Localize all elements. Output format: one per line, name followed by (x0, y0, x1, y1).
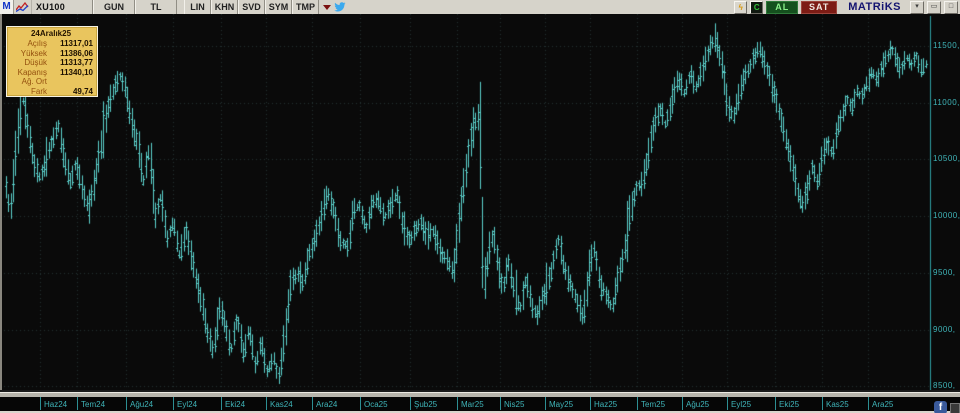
scale-button-lin[interactable]: LIN (184, 0, 211, 14)
chart-toolbar: M XU100 GUN TL LIN KHN SVD SYM TMP ϟ C A… (0, 0, 960, 15)
x-axis-month-label: Tem24 (81, 400, 106, 409)
quote-row-label: Yüksek (20, 48, 47, 58)
quote-row-value: 11386,06 (60, 48, 93, 58)
x-axis-tick (312, 397, 313, 410)
y-axis-label: 10000, (933, 211, 960, 221)
quote-info-box: 24Aralık25 Açılış 11317,01 Yüksek 11386,06 D… (6, 26, 98, 97)
twitter-share-icon[interactable] (334, 0, 346, 14)
x-axis-tick (457, 397, 458, 410)
x-axis-tick (682, 397, 683, 410)
buy-button[interactable]: AL (766, 0, 799, 14)
x-axis-month-label: Ağu25 (686, 400, 710, 409)
button-khn[interactable]: KHN (211, 0, 238, 14)
x-axis-tick (727, 397, 728, 410)
symbol-input[interactable]: XU100 (32, 0, 93, 14)
x-axis-tick (545, 397, 546, 410)
x-axis-month-label: Haz25 (594, 400, 618, 409)
chevron-down-icon[interactable] (323, 4, 331, 10)
y-axis-label: 11500, (933, 41, 960, 50)
x-axis-month-label: Ara25 (872, 400, 894, 409)
button-svd[interactable]: SVD (238, 0, 265, 14)
button-tmp[interactable]: TMP (292, 0, 319, 14)
x-axis-month-label: Ağu24 (130, 400, 154, 409)
window-chevron-down-icon[interactable]: ▾ (910, 0, 924, 14)
quote-row: Kapanış 11340,10 (9, 68, 93, 78)
quote-row: Fark 49,74 (9, 87, 93, 97)
corner-resize-chip (950, 403, 960, 413)
quote-row: Açılış 11317,01 (9, 39, 93, 49)
matriks-chart-icon (14, 0, 32, 14)
toolbar-right-group: ϟ C AL SAT MATRiKS ▾ ▭ □ (734, 0, 960, 14)
price-chart-canvas[interactable] (0, 14, 960, 390)
x-axis-month-label: May25 (549, 400, 574, 409)
y-axis-label: 9500, (933, 267, 956, 277)
x-axis-month-label: Nis25 (504, 400, 525, 409)
x-axis-tick (500, 397, 501, 410)
toolbar-left-group: M XU100 GUN TL LIN KHN SVD SYM TMP (0, 0, 346, 14)
quote-row-label: Düşük (24, 58, 47, 67)
x-axis-tick (360, 397, 361, 410)
x-axis-tick (40, 397, 41, 410)
maximize-icon[interactable]: □ (944, 0, 958, 14)
x-axis-month-label: Eki25 (779, 400, 800, 409)
quote-date-title: 24Aralık25 (30, 29, 72, 38)
x-axis-tick (868, 397, 869, 410)
x-axis-tick (775, 397, 776, 410)
button-sym[interactable]: SYM (265, 0, 292, 14)
quick-trade-bolt-icon[interactable]: ϟ (734, 0, 748, 14)
y-axis-label: 11000, (933, 97, 960, 107)
minimize-icon[interactable]: ▭ (927, 0, 941, 14)
x-axis-tick (822, 397, 823, 410)
quote-row-label: Kapanış (17, 67, 47, 77)
x-axis-tick (221, 397, 222, 410)
quote-rows: Açılış 11317,01 Yüksek 11386,06 Düşük 11313,7… (9, 39, 93, 96)
y-axis-label: 10500, (933, 154, 960, 164)
window-menu-icon[interactable]: M (0, 0, 14, 14)
x-axis-tick (173, 397, 174, 410)
x-axis-month-label: Mar25 (461, 400, 484, 409)
x-axis-tick (590, 397, 591, 410)
quote-row: Yüksek 11386,06 (9, 49, 93, 59)
quote-row-value: 49,74 (72, 86, 93, 96)
x-axis-month-label: Eyl24 (177, 400, 198, 409)
x-axis-tick (637, 397, 638, 410)
x-axis-tick (77, 397, 78, 410)
quote-row-label: Açılış (27, 39, 47, 48)
x-axis-month-label: Haz24 (44, 400, 68, 409)
refresh-icon[interactable]: C (750, 0, 764, 14)
matriks-chart-window: M XU100 GUN TL LIN KHN SVD SYM TMP ϟ C A… (0, 0, 960, 413)
currency-button-tl[interactable]: TL (135, 0, 177, 14)
x-axis-month-label: Eyl25 (731, 400, 752, 409)
x-axis-month-label: Şub25 (414, 400, 438, 409)
facebook-share-icon[interactable]: f (934, 401, 947, 413)
x-axis-month-label: Eki24 (225, 400, 246, 409)
x-axis-tick (126, 397, 127, 410)
y-axis-label: 8500, (933, 381, 956, 391)
matriks-logo: MATRiKS (848, 1, 901, 13)
quote-row: Ağ. Ort (9, 77, 93, 87)
x-axis-tick (410, 397, 411, 410)
quote-row-value: 11340,10 (60, 67, 93, 77)
quote-row-label: Fark (31, 86, 47, 96)
x-axis-tick (266, 397, 267, 410)
quote-row-label: Ağ. Ort (21, 77, 47, 86)
x-axis-month-label: Ara24 (316, 400, 338, 409)
quote-row-value (47, 77, 93, 87)
quote-row-value: 11317,01 (60, 39, 93, 48)
sell-button[interactable]: SAT (801, 0, 838, 14)
left-window-border (0, 14, 2, 390)
x-axis-month-label: Kas24 (270, 400, 293, 409)
y-axis-label: 9000, (933, 324, 956, 334)
x-axis-month-label: Oca25 (364, 400, 388, 409)
x-axis-strip: Haz24 Tem24 Ağu24 Eyl24 Eki24 Kas24 Ara24 Oca25… (0, 397, 960, 411)
quote-row-value: 11313,77 (60, 58, 93, 67)
quote-row: Düşük 11313,77 (9, 58, 93, 68)
x-axis-month-label: Kas25 (826, 400, 849, 409)
chart-area (0, 14, 960, 390)
period-button-gun[interactable]: GUN (93, 0, 135, 14)
x-axis-month-label: Tem25 (641, 400, 666, 409)
